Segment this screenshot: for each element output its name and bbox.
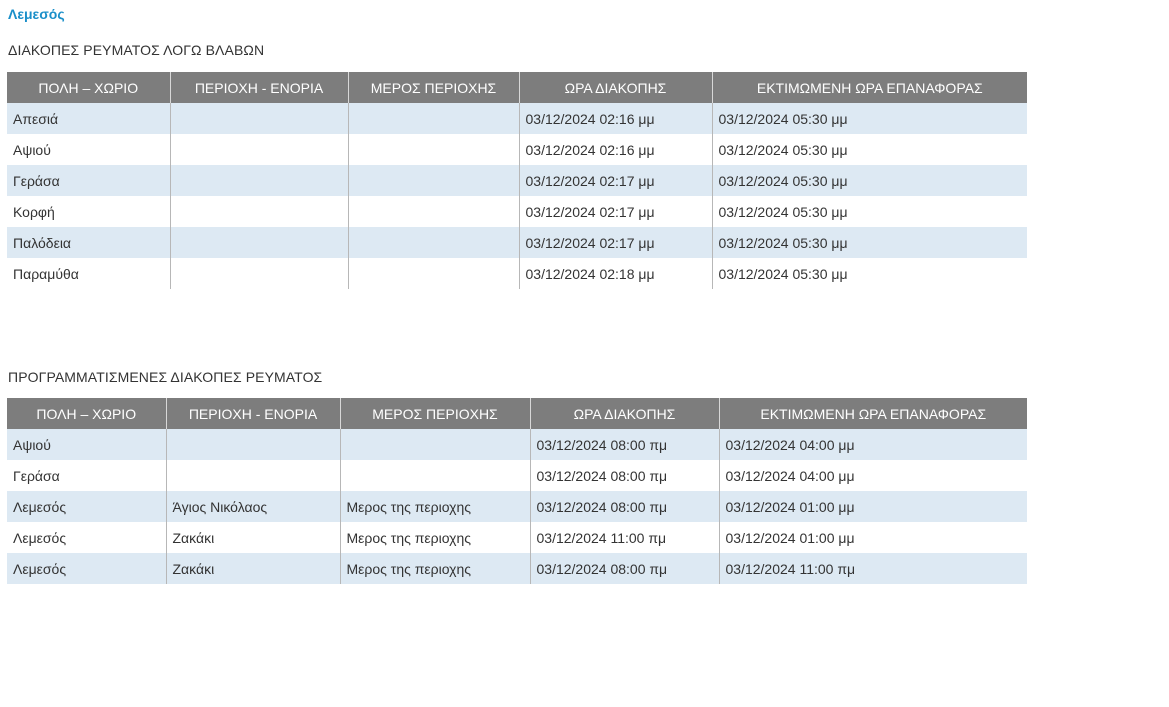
city-link[interactable]: Λεμεσός bbox=[8, 6, 65, 22]
cell-outage-time: 03/12/2024 02:17 μμ bbox=[519, 165, 713, 196]
cell-area bbox=[170, 103, 349, 134]
table-row: Απεσιά 03/12/2024 02:16 μμ 03/12/2024 05… bbox=[7, 103, 1027, 134]
cell-restore-time: 03/12/2024 05:30 μμ bbox=[712, 134, 1027, 165]
cell-part bbox=[348, 258, 520, 289]
cell-part bbox=[348, 196, 520, 227]
cell-outage-time: 03/12/2024 08:00 πμ bbox=[530, 460, 720, 491]
cell-city: Γεράσα bbox=[7, 460, 167, 491]
column-header-restore-time: ΕΚΤΙΜΩΜΕΝΗ ΩΡΑ ΕΠΑΝΑΦΟΡΑΣ bbox=[712, 72, 1027, 103]
table-row: Παλόδεια 03/12/2024 02:17 μμ 03/12/2024 … bbox=[7, 227, 1027, 258]
table-row: Αψιού 03/12/2024 02:16 μμ 03/12/2024 05:… bbox=[7, 134, 1027, 165]
cell-restore-time: 03/12/2024 01:00 μμ bbox=[719, 522, 1027, 553]
cell-city: Λεμεσός bbox=[7, 491, 167, 522]
cell-restore-time: 03/12/2024 05:30 μμ bbox=[712, 165, 1027, 196]
table-row: Γεράσα 03/12/2024 08:00 πμ 03/12/2024 04… bbox=[7, 460, 1027, 491]
cell-part: Μερος της περιοχης bbox=[340, 522, 531, 553]
table-row: Λεμεσός Ζακάκι Μερος της περιοχης 03/12/… bbox=[7, 553, 1027, 584]
cell-area bbox=[166, 460, 341, 491]
cell-area bbox=[170, 196, 349, 227]
cell-restore-time: 03/12/2024 01:00 μμ bbox=[719, 491, 1027, 522]
column-header-area: ΠΕΡΙΟΧΗ - ΕΝΟΡΙΑ bbox=[166, 398, 341, 429]
cell-city: Παραμύθα bbox=[7, 258, 171, 289]
cell-city: Απεσιά bbox=[7, 103, 171, 134]
table-header-row: ΠΟΛΗ – ΧΩΡΙΟ ΠΕΡΙΟΧΗ - ΕΝΟΡΙΑ ΜΕΡΟΣ ΠΕΡΙ… bbox=[7, 72, 1027, 103]
cell-outage-time: 03/12/2024 02:17 μμ bbox=[519, 227, 713, 258]
cell-part bbox=[348, 165, 520, 196]
cell-restore-time: 03/12/2024 11:00 πμ bbox=[719, 553, 1027, 584]
cell-city: Κορφή bbox=[7, 196, 171, 227]
cell-outage-time: 03/12/2024 08:00 πμ bbox=[530, 429, 720, 460]
cell-restore-time: 03/12/2024 04:00 μμ bbox=[719, 429, 1027, 460]
faults-table: ΠΟΛΗ – ΧΩΡΙΟ ΠΕΡΙΟΧΗ - ΕΝΟΡΙΑ ΜΕΡΟΣ ΠΕΡΙ… bbox=[7, 72, 1027, 289]
cell-part bbox=[340, 429, 531, 460]
table-row: Παραμύθα 03/12/2024 02:18 μμ 03/12/2024 … bbox=[7, 258, 1027, 289]
column-header-city: ΠΟΛΗ – ΧΩΡΙΟ bbox=[7, 72, 171, 103]
cell-area bbox=[166, 429, 341, 460]
cell-area bbox=[170, 134, 349, 165]
table-header-row: ΠΟΛΗ – ΧΩΡΙΟ ΠΕΡΙΟΧΗ - ΕΝΟΡΙΑ ΜΕΡΟΣ ΠΕΡΙ… bbox=[7, 398, 1027, 429]
column-header-area: ΠΕΡΙΟΧΗ - ΕΝΟΡΙΑ bbox=[170, 72, 349, 103]
column-header-outage-time: ΩΡΑ ΔΙΑΚΟΠΗΣ bbox=[530, 398, 720, 429]
cell-city: Αψιού bbox=[7, 429, 167, 460]
cell-restore-time: 03/12/2024 05:30 μμ bbox=[712, 196, 1027, 227]
cell-city: Λεμεσός bbox=[7, 553, 167, 584]
cell-outage-time: 03/12/2024 02:17 μμ bbox=[519, 196, 713, 227]
cell-city: Γεράσα bbox=[7, 165, 171, 196]
cell-part bbox=[348, 227, 520, 258]
column-header-restore-time: ΕΚΤΙΜΩΜΕΝΗ ΩΡΑ ΕΠΑΝΑΦΟΡΑΣ bbox=[719, 398, 1027, 429]
cell-area bbox=[170, 258, 349, 289]
cell-area: Άγιος Νικόλαος bbox=[166, 491, 341, 522]
cell-part: Μερος της περιοχης bbox=[340, 491, 531, 522]
planned-table: ΠΟΛΗ – ΧΩΡΙΟ ΠΕΡΙΟΧΗ - ΕΝΟΡΙΑ ΜΕΡΟΣ ΠΕΡΙ… bbox=[7, 398, 1027, 584]
cell-restore-time: 03/12/2024 05:30 μμ bbox=[712, 227, 1027, 258]
cell-city: Λεμεσός bbox=[7, 522, 167, 553]
cell-outage-time: 03/12/2024 02:16 μμ bbox=[519, 134, 713, 165]
cell-outage-time: 03/12/2024 08:00 πμ bbox=[530, 553, 720, 584]
planned-section-title: ΠΡΟΓΡΑΜΜΑΤΙΣΜΕΝΕΣ ΔΙΑΚΟΠΕΣ ΡΕΥΜΑΤΟΣ bbox=[8, 369, 323, 385]
column-header-outage-time: ΩΡΑ ΔΙΑΚΟΠΗΣ bbox=[519, 72, 713, 103]
cell-part: Μερος της περιοχης bbox=[340, 553, 531, 584]
cell-restore-time: 03/12/2024 05:30 μμ bbox=[712, 103, 1027, 134]
cell-part bbox=[348, 134, 520, 165]
cell-restore-time: 03/12/2024 05:30 μμ bbox=[712, 258, 1027, 289]
cell-city: Αψιού bbox=[7, 134, 171, 165]
cell-outage-time: 03/12/2024 02:16 μμ bbox=[519, 103, 713, 134]
cell-outage-time: 03/12/2024 11:00 πμ bbox=[530, 522, 720, 553]
table-row: Γεράσα 03/12/2024 02:17 μμ 03/12/2024 05… bbox=[7, 165, 1027, 196]
column-header-part: ΜΕΡΟΣ ΠΕΡΙΟΧΗΣ bbox=[348, 72, 520, 103]
table-row: Λεμεσός Ζακάκι Μερος της περιοχης 03/12/… bbox=[7, 522, 1027, 553]
column-header-part: ΜΕΡΟΣ ΠΕΡΙΟΧΗΣ bbox=[340, 398, 531, 429]
cell-restore-time: 03/12/2024 04:00 μμ bbox=[719, 460, 1027, 491]
cell-area bbox=[170, 227, 349, 258]
column-header-city: ΠΟΛΗ – ΧΩΡΙΟ bbox=[7, 398, 167, 429]
cell-part bbox=[340, 460, 531, 491]
cell-city: Παλόδεια bbox=[7, 227, 171, 258]
cell-area: Ζακάκι bbox=[166, 522, 341, 553]
cell-area bbox=[170, 165, 349, 196]
table-row: Λεμεσός Άγιος Νικόλαος Μερος της περιοχη… bbox=[7, 491, 1027, 522]
cell-area: Ζακάκι bbox=[166, 553, 341, 584]
cell-outage-time: 03/12/2024 02:18 μμ bbox=[519, 258, 713, 289]
table-row: Κορφή 03/12/2024 02:17 μμ 03/12/2024 05:… bbox=[7, 196, 1027, 227]
page: Λεμεσός ΔΙΑΚΟΠΕΣ ΡΕΥΜΑΤΟΣ ΛΟΓΩ ΒΛΑΒΩΝ ΠΟ… bbox=[0, 0, 1169, 707]
cell-part bbox=[348, 103, 520, 134]
table-row: Αψιού 03/12/2024 08:00 πμ 03/12/2024 04:… bbox=[7, 429, 1027, 460]
faults-section-title: ΔΙΑΚΟΠΕΣ ΡΕΥΜΑΤΟΣ ΛΟΓΩ ΒΛΑΒΩΝ bbox=[8, 42, 265, 58]
cell-outage-time: 03/12/2024 08:00 πμ bbox=[530, 491, 720, 522]
